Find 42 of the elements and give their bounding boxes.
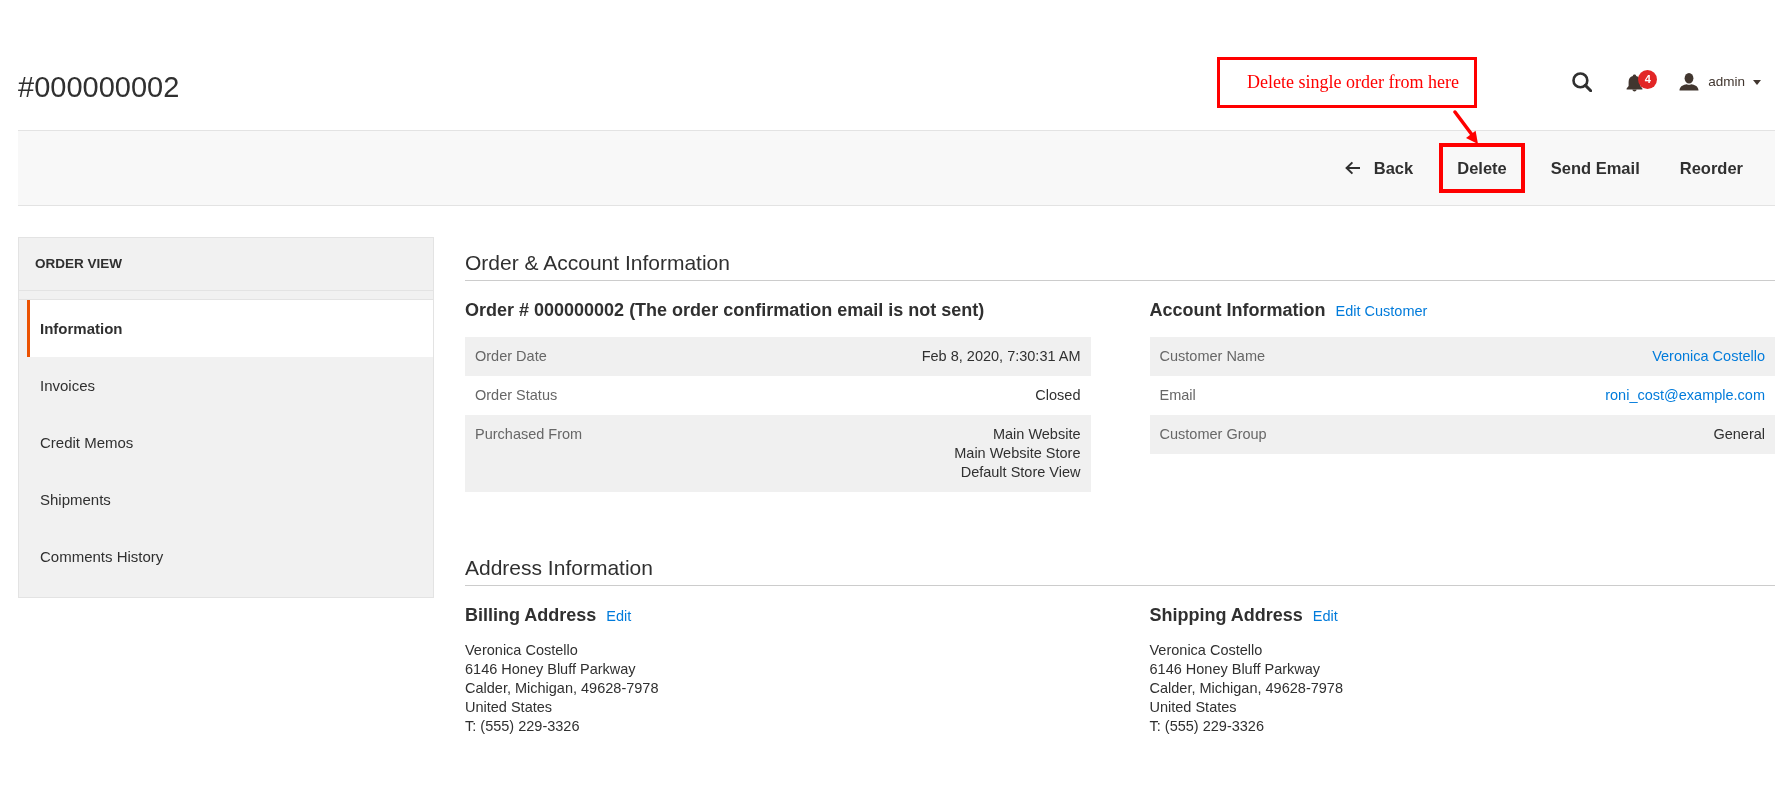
field-label: Customer Group [1159,425,1267,444]
field-value: Main Website Main Website Store Default Store View [954,425,1081,482]
arrow-left-icon [1344,161,1361,175]
section-title: Address Information [465,556,1775,586]
block-heading: Billing Address [465,604,597,627]
edit-link[interactable]: Edit [1312,608,1338,624]
address-text: Veronica Costello 6146 Honey Bluff Parkway Calder, Michigan, 49628-7978 United States T: (555) 229-3326 [465,641,660,736]
block-heading: Order # 000000002 (The order confirmation email is not sent) [465,299,985,322]
field-value: Feb 8, 2020, 7:30:31 AM [921,347,1081,366]
back-button[interactable]: Back [1330,143,1428,193]
value-link[interactable]: roni_cost@example.com [1605,386,1765,405]
field-label: Customer Name [1159,347,1266,366]
field-label: Order Date [475,347,547,366]
field-value: Closed [1035,386,1081,405]
value-link[interactable]: Veronica Costello [1652,347,1765,366]
search-icon[interactable] [1572,72,1593,92]
section-title: Order & Account Information [465,251,1775,281]
field-label: Email [1159,386,1196,405]
field-value: General [1713,425,1765,444]
action-button[interactable]: Send Email [1536,143,1654,193]
user-menu-button[interactable]: admin [1679,72,1761,92]
field-label: Order Status [475,386,558,405]
annotation-callout: Delete single order from here [1217,57,1477,108]
sidebar-tab[interactable]: Comments History [27,528,433,585]
block-heading: Account Information [1149,299,1326,322]
action-button[interactable]: Reorder [1665,143,1757,193]
edit-link[interactable]: Edit Customer [1335,303,1428,319]
annotation-arrow [1452,110,1479,144]
edit-link[interactable]: Edit [606,608,632,624]
page-title: #000000002 [18,70,180,105]
caret-icon [1753,79,1761,85]
notification-badge: 4 [1638,69,1658,89]
sidebar-tab[interactable]: Shipments [27,471,433,528]
action-button[interactable]: Delete [1439,143,1525,193]
sidebar-tab[interactable]: Credit Memos [27,414,433,471]
field-label: Purchased From [475,425,583,444]
user-icon [1679,73,1700,91]
block-heading: Shipping Address [1149,604,1303,627]
sidebar-tab[interactable]: Invoices [27,357,433,414]
sidebar-tab[interactable]: Information [27,300,433,357]
address-text: Veronica Costello 6146 Honey Bluff Parkway Calder, Michigan, 49628-7978 United States T: (555) 229-3326 [1149,641,1344,736]
sidebar-title: ORDER VIEW [19,238,433,291]
